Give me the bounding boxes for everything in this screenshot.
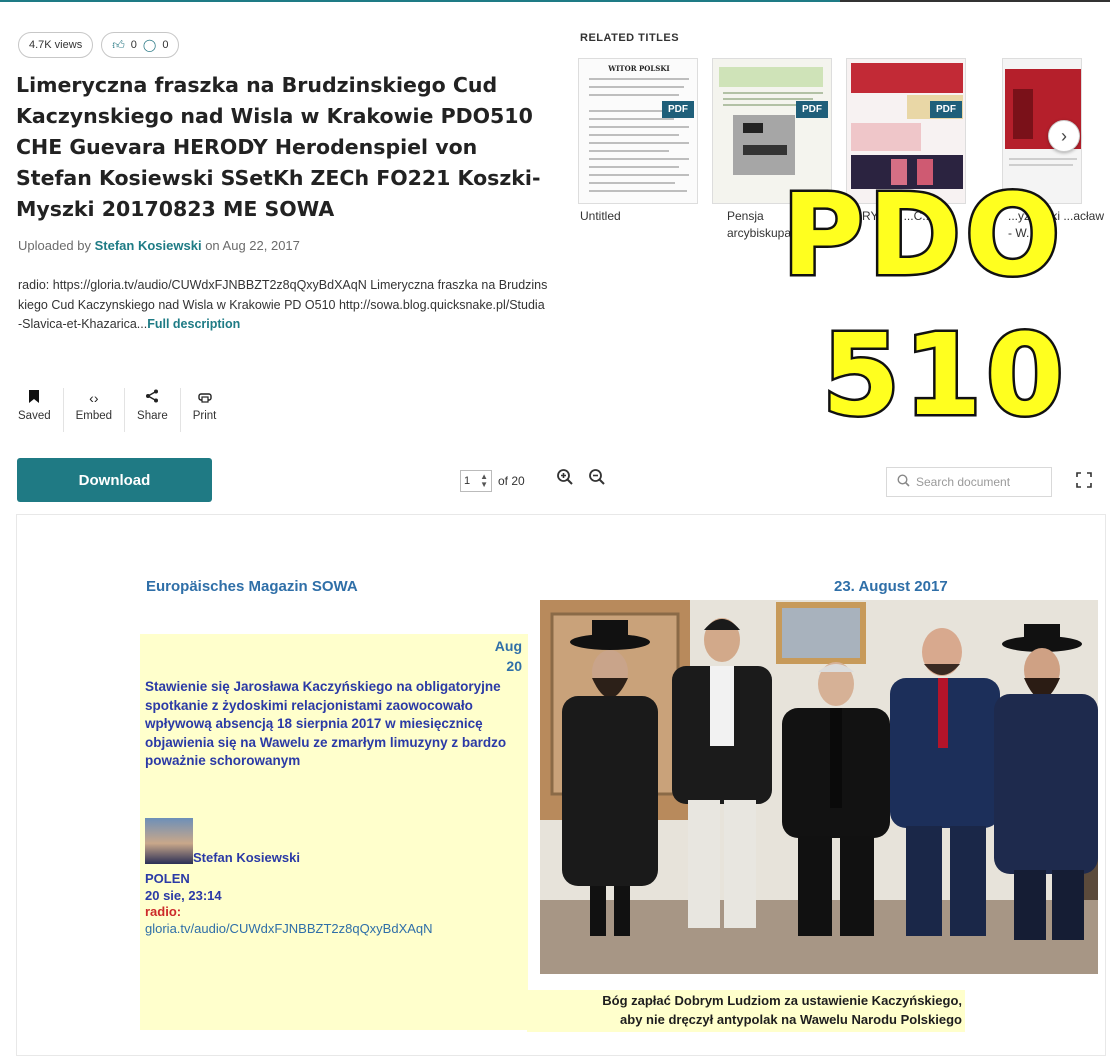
magazine-date: 23. August 2017 [834,578,948,595]
post-month: Aug [494,638,522,654]
caption-line-2: aby nie dręczył antypolak na Wawelu Naro… [620,1012,962,1027]
post-time: 20 sie, 23:14 [145,888,222,903]
post-country: POLEN [145,871,190,886]
post-text: Stawienie się Jarosława Kaczyńskiego na … [145,679,507,769]
bookmark-icon [29,388,40,410]
overlay-text-pdo: PDO [779,171,1065,301]
group-photo [540,600,1098,974]
embed-label: Embed [75,410,113,422]
related-next-button[interactable]: › [1048,120,1080,152]
upload-date: on Aug 22, 2017 [205,238,300,253]
magazine-name: Europäisches Magazin SOWA [146,578,358,595]
caption-line-1: Bóg zapłać Dobrym Ludziom za ustawienie … [602,993,962,1008]
code-icon: ‹› [89,390,99,406]
chevron-right-icon: › [1061,125,1067,146]
overlay-text-510: 510 [820,311,1068,441]
search-document-input[interactable]: Search document [886,467,1052,497]
page-total: of 20 [498,474,525,488]
action-bar: Saved ‹› Embed Share Print [18,388,228,432]
print-icon [197,388,212,410]
fullscreen-icon[interactable] [1076,472,1092,493]
full-description-link[interactable]: Full description [147,317,240,331]
reactions-pill[interactable]: 👍︎ 0 ◯ 0 [101,32,180,58]
related-title-1[interactable]: Untitled [580,208,621,225]
svg-text:WITOR POLSKI: WITOR POLSKI [607,64,669,73]
views-count: 4.7K views [29,39,83,51]
saved-label: Saved [18,410,51,422]
post-meta: POLEN 20 sie, 23:14 [145,870,222,904]
embed-button[interactable]: ‹› Embed [64,388,126,432]
post-author[interactable]: Stefan Kosiewski [193,850,300,865]
author-avatar [145,818,193,864]
pdf-badge: PDF [796,101,828,118]
uploader-link[interactable]: Stefan Kosiewski [95,238,202,253]
saved-button[interactable]: Saved [18,388,64,432]
views-pill: 4.7K views [18,32,94,58]
zoom-in-icon[interactable] [556,468,574,491]
radio-link[interactable]: gloria.tv/audio/CUWdxFJNBBZT2z8qQxyBdXAq… [145,921,433,936]
zoom-out-icon[interactable] [588,468,606,491]
print-button[interactable]: Print [181,388,229,432]
current-page: 1 [464,475,471,487]
description-text: radio: https://gloria.tv/audio/CUWdxFJNB… [18,278,548,331]
related-thumbnail-1[interactable]: WITOR POLSKI PDF [578,58,698,204]
print-label: Print [192,410,217,422]
download-button[interactable]: Download [17,458,212,502]
thumbs-up-icon[interactable]: 👍︎ [112,38,125,53]
share-label: Share [137,410,168,422]
post-date: Aug 20 [474,636,522,676]
search-icon [897,474,910,490]
photo-caption: Bóg zapłać Dobrym Ludziom za ustawienie … [527,990,965,1032]
upload-info: Uploaded by Stefan Kosiewski on Aug 22, … [18,238,300,253]
pdf-badge: PDF [662,101,694,118]
post-day: 20 [506,658,522,674]
top-border-dark [840,0,1110,2]
related-titles-heading: RELATED TITLES [580,32,680,44]
comment-icon[interactable]: ◯ [143,38,156,52]
description: radio: https://gloria.tv/audio/CUWdxFJNB… [18,276,548,335]
stats-bar: 4.7K views 👍︎ 0 ◯ 0 [18,32,180,58]
likes-count: 0 [130,39,137,51]
page-navigator: 1 ▲ ▼ of 20 [460,470,525,492]
page-number-input[interactable]: 1 ▲ ▼ [460,470,492,492]
search-placeholder: Search document [916,475,1011,489]
pdf-badge: PDF [930,101,962,118]
radio-label: radio: [145,904,182,919]
comments-count: 0 [162,39,169,51]
share-button[interactable]: Share [125,388,181,432]
upload-prefix: Uploaded by [18,238,91,253]
share-icon [145,388,159,410]
page-stepper-icon[interactable]: ▲ ▼ [480,473,488,489]
document-title: Limeryczna fraszka na Brudzinskiego Cud … [16,73,541,221]
